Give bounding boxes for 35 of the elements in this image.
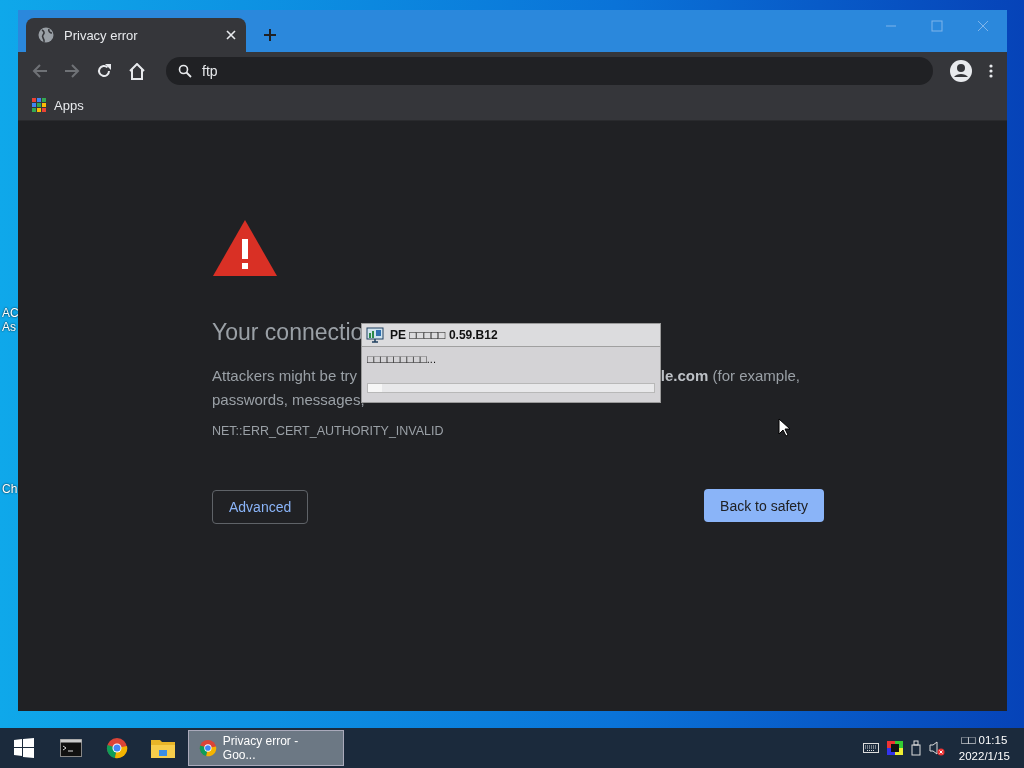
keyboard-icon[interactable] [862, 742, 879, 754]
error-code: NET::ERR_CERT_AUTHORITY_INVALID [212, 424, 444, 438]
back-to-safety-button[interactable]: Back to safety [704, 489, 824, 522]
new-tab-icon[interactable] [264, 29, 276, 41]
body-text: le.com (for example, [660, 366, 800, 386]
mouse-pointer-icon [778, 418, 790, 437]
chrome-icon[interactable] [106, 737, 128, 759]
globe-icon [38, 27, 54, 43]
home-icon[interactable] [128, 62, 146, 80]
menu-icon[interactable] [989, 64, 993, 78]
apps-grid-icon [32, 98, 46, 112]
dialog-message: □□□□□□□□□... [366, 352, 437, 367]
bookmark-item[interactable]: Apps [32, 97, 84, 113]
usb-drive-icon[interactable] [910, 740, 921, 756]
color-palette-icon[interactable] [886, 741, 903, 755]
speaker-muted-icon[interactable] [928, 740, 945, 756]
advanced-button[interactable]: Advanced [212, 490, 309, 524]
profile-icon[interactable] [949, 59, 973, 83]
warning-icon [212, 219, 278, 277]
reload-icon[interactable] [96, 63, 112, 79]
chrome-icon [199, 739, 217, 757]
close-tab-icon[interactable] [226, 30, 236, 40]
browser-tab[interactable]: Privacy error [26, 18, 246, 52]
search-icon [178, 64, 192, 78]
page-heading: Your connectio [212, 319, 364, 346]
body-text: passwords, messages, [212, 390, 365, 410]
body-text: Attackers might be try [212, 366, 358, 386]
clock[interactable]: □□ 01:15 2022/1/15 [958, 732, 1010, 764]
dialog-title: PE □□□□□ 0.59.B12 [390, 328, 498, 342]
folder-icon[interactable] [151, 738, 175, 758]
computer-icon [366, 327, 384, 343]
taskbar-window-button[interactable]: Privacy error - Goo... [188, 730, 344, 766]
start-icon[interactable] [14, 738, 34, 758]
terminal-icon[interactable] [60, 739, 82, 757]
address-bar[interactable]: ftp [166, 57, 933, 85]
